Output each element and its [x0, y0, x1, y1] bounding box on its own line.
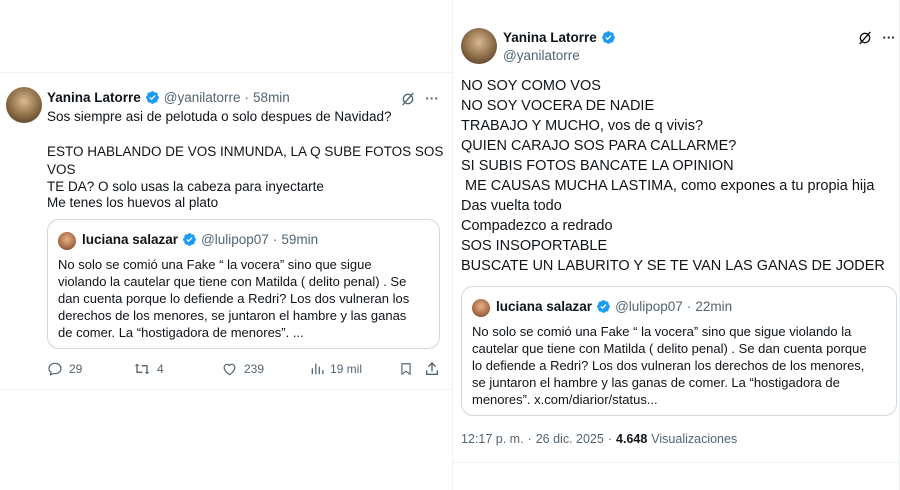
reply-icon — [48, 362, 62, 376]
tweet-text-line: ESTO HABLANDO DE VOS INMUNDA, LA Q SUBE … — [47, 144, 444, 159]
grok-icon[interactable] — [398, 90, 418, 108]
more-options-icon[interactable]: ··· — [422, 89, 442, 107]
like-button[interactable]: 239 — [221, 361, 264, 377]
left-tweet: Yanina Latorre @yanilatorre · 58min ··· … — [0, 72, 452, 390]
tweet-text-line: BUSCATE UN LABURITO Y SE TE VAN LAS GANA… — [461, 258, 885, 274]
author-name[interactable]: Yanina Latorre — [503, 30, 597, 45]
quote-text-line: menores”. x.com/diarior/status... — [472, 392, 658, 407]
tweet-text-line: SI SUBIS FOTOS BANCATE LA OPINION — [461, 158, 734, 174]
author-handle[interactable]: @yanilatorre — [503, 48, 580, 63]
author-name[interactable]: Yanina Latorre — [47, 90, 141, 105]
dot-separator: · — [527, 432, 532, 446]
divider — [453, 462, 899, 463]
tweet-text-line: Sos siempre asi de pelotuda o solo despu… — [47, 109, 392, 124]
quote-author-avatar — [472, 299, 490, 317]
share-button[interactable] — [423, 360, 441, 378]
tweet-text-line: ME CAUSAS MUCHA LASTIMA, como expones a … — [461, 178, 875, 194]
tweet-text-line: NO SOY VOCERA DE NADIE — [461, 98, 655, 114]
author-avatar[interactable] — [6, 87, 42, 123]
tweet-date[interactable]: 26 dic. 2025 — [536, 432, 604, 446]
quote-text-line: derechos de los menores, se juntaron el … — [58, 308, 407, 323]
repost-button[interactable]: 4 — [133, 361, 164, 377]
repost-icon — [134, 363, 150, 375]
quote-header: luciana salazar @lulipop07 · 59min — [82, 232, 318, 247]
tweet-timestamp[interactable]: 12:17 p. m. — [461, 432, 524, 446]
author-handle[interactable]: @yanilatorre — [164, 90, 241, 105]
verified-badge-icon — [596, 299, 611, 314]
views-count: 4.648 — [616, 432, 648, 446]
grok-icon[interactable] — [855, 29, 875, 47]
reply-button[interactable]: 29 — [47, 361, 82, 377]
quoted-tweet[interactable]: luciana salazar @lulipop07 · 59min No so… — [47, 219, 440, 349]
quote-author-avatar — [58, 232, 76, 250]
dot-separator: · — [272, 232, 278, 247]
views-count: 19 mil — [330, 362, 363, 376]
heart-icon — [223, 363, 236, 376]
quote-text-line: lo defiende a Redri? Los dos vulneran lo… — [472, 358, 865, 373]
bookmark-button[interactable] — [397, 360, 415, 378]
quoted-tweet[interactable]: luciana salazar @lulipop07 · 22min No so… — [461, 286, 897, 416]
dot-separator: · — [607, 432, 612, 446]
tweet-text-line: TRABAJO Y MUCHO, vos de q vivis? — [461, 118, 704, 134]
tweet-text-line: Compadezco a redrado — [461, 218, 613, 234]
views-label: Visualizaciones — [651, 432, 738, 446]
views-icon — [311, 363, 324, 375]
right-tweet: Yanina Latorre @yanilatorre ··· NO SOY C… — [452, 0, 900, 490]
quote-author-name: luciana salazar — [82, 232, 179, 247]
quote-text-line: se juntaron el hambre y las ganas de com… — [472, 375, 840, 390]
quote-time: 59min — [281, 232, 319, 247]
tweet-header: Yanina Latorre @yanilatorre · 58min — [47, 90, 290, 105]
tweet-text-line: NO SOY COMO VOS — [461, 78, 601, 94]
views-button[interactable]: 19 mil — [310, 361, 362, 377]
tweet-header: Yanina Latorre — [503, 30, 616, 45]
more-options-icon[interactable]: ··· — [879, 28, 899, 46]
share-icon — [426, 362, 438, 375]
quote-text-line: No solo se comió una Fake “ la vocera” s… — [472, 324, 852, 339]
verified-badge-icon — [601, 30, 616, 45]
quote-time: 22min — [695, 299, 733, 314]
tweet-text-line: Das vuelta todo — [461, 198, 562, 214]
tweet-text-line: SOS INSOPORTABLE — [461, 238, 608, 254]
author-avatar[interactable] — [461, 28, 497, 64]
dot-separator: · — [244, 90, 250, 105]
quote-header: luciana salazar @lulipop07 · 22min — [496, 299, 732, 314]
quote-author-name: luciana salazar — [496, 299, 593, 314]
tweet-meta: 12:17 p. m. · 26 dic. 2025 · 4.648 Visua… — [461, 432, 737, 446]
quote-author-handle: @lulipop07 — [615, 299, 683, 314]
repost-count: 4 — [157, 362, 164, 376]
quote-text-line: dan cuenta porque lo defiende a Redri? L… — [58, 291, 410, 306]
quote-text-line: de comer. La “hostigadora de menores”. .… — [58, 325, 304, 340]
quote-author-handle: @lulipop07 — [201, 232, 269, 247]
quote-text-line: violando la cautelar que tiene con Matil… — [58, 274, 407, 289]
verified-badge-icon — [145, 90, 160, 105]
quote-text-line: No solo se comió una Fake “ la vocera” s… — [58, 257, 372, 272]
tweet-time[interactable]: 58min — [253, 90, 290, 105]
reply-count: 29 — [69, 362, 83, 376]
tweet-text-line: Me tenes los huevos al plato — [47, 195, 219, 210]
dot-separator: · — [686, 299, 692, 314]
verified-badge-icon — [182, 232, 197, 247]
quote-text-line: cautelar que tiene con Matilda ( delito … — [472, 341, 867, 356]
like-count: 239 — [244, 362, 265, 376]
bookmark-icon — [401, 363, 411, 375]
tweet-text-line: QUIEN CARAJO SOS PARA CALLARME? — [461, 138, 737, 154]
